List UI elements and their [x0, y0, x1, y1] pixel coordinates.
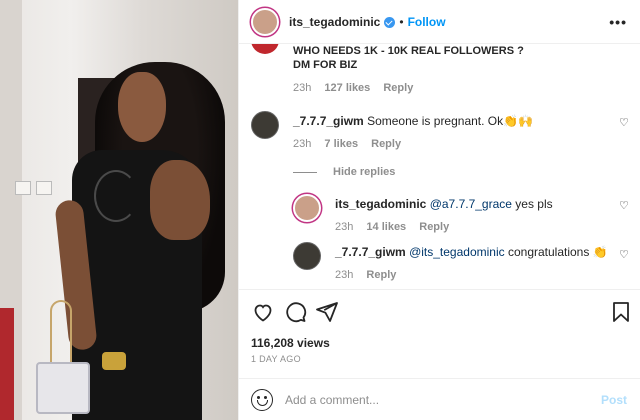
comment-body: _7.7.7_giwm Someone is pregnant. Ok👏🙌	[293, 114, 533, 129]
reply-mention[interactable]: @a7.7.7_grace	[430, 197, 512, 211]
photo-red-chair	[0, 308, 14, 420]
like-comment-heart-icon[interactable]: ♡	[619, 116, 629, 129]
photo-light-switch	[15, 181, 31, 195]
comment-likes[interactable]: 7 likes	[324, 138, 358, 150]
reply-avatar[interactable]	[293, 242, 321, 270]
reply-username[interactable]: its_tegadominic	[335, 197, 426, 211]
like-reply-heart-icon[interactable]: ♡	[619, 248, 629, 261]
comment-text-line1: WHO NEEDS 1K - 10K REAL FOLLOWERS ?	[293, 45, 524, 57]
reply-likes[interactable]: 14 likes	[366, 221, 406, 233]
like-heart-icon[interactable]	[251, 300, 275, 324]
verified-badge-icon	[384, 17, 396, 28]
emoji-picker-icon[interactable]	[251, 388, 273, 411]
comment-time[interactable]: 23h	[293, 82, 311, 94]
reply-avatar[interactable]	[293, 194, 321, 222]
hide-replies-button[interactable]: Hide replies	[293, 166, 395, 178]
hide-replies-divider	[293, 171, 317, 173]
photo-watch	[102, 352, 126, 370]
photo-handbag	[36, 362, 90, 414]
reply-text: yes pls	[515, 197, 553, 211]
comment-text: Someone is pregnant. Ok	[367, 114, 504, 128]
reply-body: _7.7.7_giwm @its_tegadominic congratulat…	[335, 245, 608, 260]
post-timestamp[interactable]: 1 DAY AGO	[251, 354, 301, 364]
comment-meta: 23h 7 likes Reply	[293, 138, 401, 150]
author-username[interactable]: its_tegadominic	[289, 15, 380, 29]
reply-meta: 23h Reply	[335, 269, 396, 281]
comment-composer: Post	[239, 378, 640, 420]
reply-time[interactable]: 23h	[335, 221, 353, 233]
follow-button[interactable]: Follow	[408, 15, 446, 29]
photo-bag-strap	[50, 300, 72, 366]
post-header: its_tegadominic • Follow •••	[239, 0, 640, 44]
share-direct-icon[interactable]	[315, 300, 339, 324]
reply-mention[interactable]: @its_tegadominic	[409, 245, 505, 259]
comment-reply-button[interactable]: Reply	[383, 82, 413, 94]
hide-replies-label: Hide replies	[333, 166, 396, 178]
comment-input[interactable]	[285, 392, 585, 407]
comment-reply-button[interactable]: Reply	[371, 138, 401, 150]
comments-list[interactable]: WHO NEEDS 1K - 10K REAL FOLLOWERS ? DM F…	[239, 44, 640, 289]
photo-shoulder	[150, 160, 210, 240]
commenter-avatar[interactable]	[251, 44, 279, 54]
post-photo[interactable]	[0, 0, 238, 420]
reply-username[interactable]: _7.7.7_giwm	[335, 245, 406, 259]
more-options-icon[interactable]: •••	[609, 14, 627, 30]
photo-face	[118, 72, 166, 142]
commenter-avatar[interactable]	[251, 111, 279, 139]
instagram-post-modal: its_tegadominic • Follow ••• WHO NEEDS 1…	[0, 0, 640, 420]
comment-meta: 23h 127 likes Reply	[293, 82, 413, 94]
comment-time[interactable]: 23h	[293, 138, 311, 150]
reply-emoji: 👏	[592, 245, 608, 259]
save-bookmark-icon[interactable]	[609, 300, 633, 324]
comment-username[interactable]: _7.7.7_giwm	[293, 114, 364, 128]
view-count[interactable]: 116,208 views	[251, 336, 330, 350]
header-separator: •	[399, 14, 404, 29]
reply-text: congratulations	[507, 245, 590, 259]
comment-likes[interactable]: 127 likes	[324, 82, 370, 94]
post-actions: 116,208 views 1 DAY AGO	[239, 289, 640, 373]
comment-emoji: 👏🙌	[503, 114, 534, 128]
author-avatar[interactable]	[251, 7, 279, 36]
reply-time[interactable]: 23h	[335, 269, 353, 281]
reply-meta: 23h 14 likes Reply	[335, 221, 449, 233]
comment-text-line2: DM FOR BIZ	[293, 59, 358, 71]
post-side-panel: its_tegadominic • Follow ••• WHO NEEDS 1…	[238, 0, 640, 420]
like-reply-heart-icon[interactable]: ♡	[619, 199, 629, 212]
post-comment-button[interactable]: Post	[601, 393, 627, 407]
reply-reply-button[interactable]: Reply	[419, 221, 449, 233]
comment-bubble-icon[interactable]	[283, 300, 307, 324]
photo-light-switch	[36, 181, 52, 195]
reply-body: its_tegadominic @a7.7.7_grace yes pls	[335, 197, 553, 212]
watermark-logo	[94, 170, 138, 222]
reply-reply-button[interactable]: Reply	[366, 269, 396, 281]
